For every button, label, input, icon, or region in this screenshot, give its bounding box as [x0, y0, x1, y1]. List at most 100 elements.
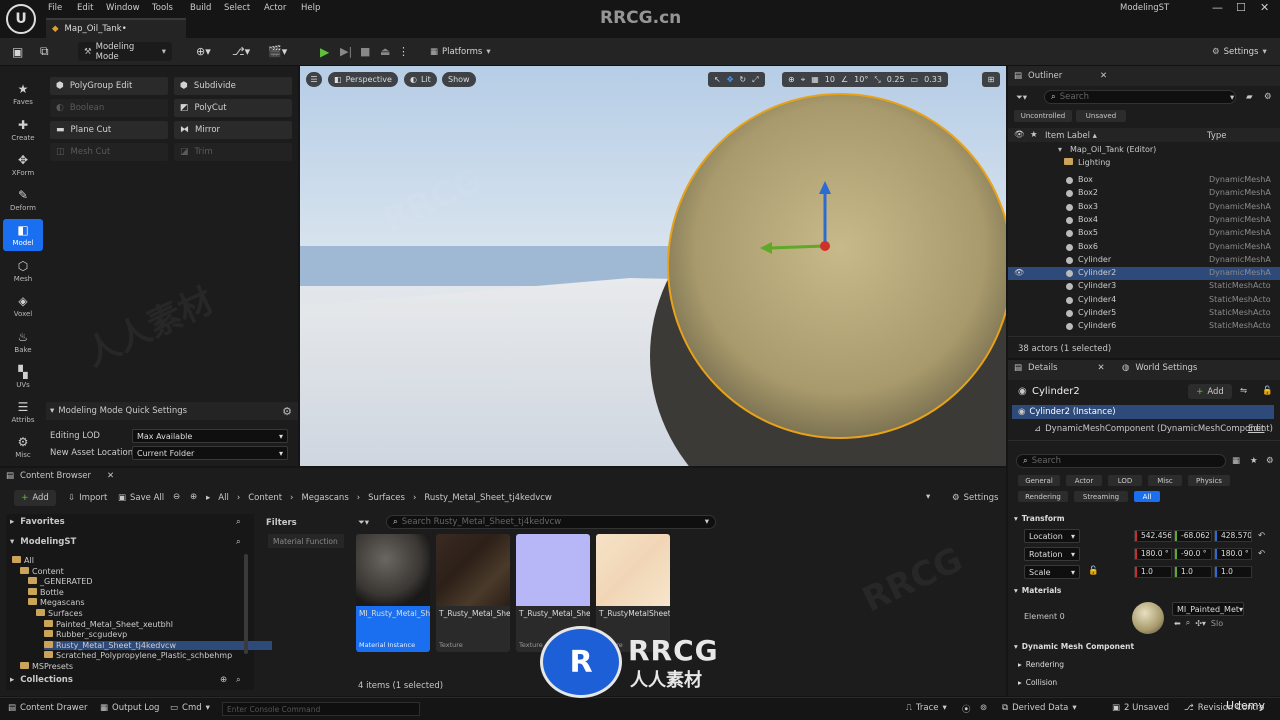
menu-help[interactable]: Help	[301, 3, 320, 13]
folder-tree-item[interactable]: Content	[20, 566, 64, 576]
collision-section[interactable]: ▸ Collision	[1008, 675, 1280, 689]
unsaved-button[interactable]: ▣ 2 Unsaved	[1112, 703, 1169, 713]
unsaved-filter[interactable]: Unsaved	[1076, 110, 1126, 122]
import-button[interactable]: ⇩ Import	[68, 493, 107, 503]
filter-all[interactable]: All	[1134, 491, 1160, 502]
gear-icon[interactable]: ⚙	[282, 405, 292, 418]
table-view-icon[interactable]: ▦	[1232, 456, 1240, 466]
rotation-dropdown[interactable]: Rotation ▾	[1024, 547, 1080, 561]
folder-tree-item[interactable]: MSPresets	[20, 662, 73, 671]
category-uvs[interactable]: ▚ UVs	[3, 361, 43, 393]
outliner-row[interactable]: Cylinder5 StaticMeshActo	[1008, 307, 1280, 320]
stop-icon[interactable]: ■	[360, 42, 370, 61]
play-icon[interactable]: ▶	[320, 42, 329, 61]
trim-button[interactable]: ◪ Trim	[174, 143, 292, 161]
maximize-viewport-icon[interactable]: ⊞	[982, 72, 1000, 87]
grid-snap-value[interactable]: 10	[825, 75, 835, 84]
breadcrumb-item[interactable]: All	[218, 493, 229, 503]
content-browser-tab[interactable]: ▤ Content Browser ✕	[6, 471, 114, 481]
mirror-button[interactable]: ⧓ Mirror	[174, 121, 292, 139]
tree-row-lighting[interactable]: Lighting	[1008, 157, 1280, 170]
record-icon[interactable]: ⦿	[962, 703, 971, 715]
maximize-icon[interactable]: ☐	[1236, 1, 1246, 14]
outliner-tab[interactable]: ▤ Outliner ✕	[1008, 66, 1280, 86]
level-tab[interactable]: ◆ Map_Oil_Tank•	[46, 18, 186, 38]
add-folder-icon[interactable]: ▰	[1246, 92, 1253, 102]
use-selected-icon[interactable]: ⬅	[1174, 619, 1181, 628]
material-dropdown[interactable]: MI_Painted_Met ▾	[1172, 602, 1244, 616]
close-tab-icon[interactable]: ✕	[107, 471, 114, 481]
perspective-button[interactable]: ◧ Perspective	[328, 72, 398, 87]
add-actor-icon[interactable]: ⊕▾	[196, 42, 211, 61]
eject-icon[interactable]: ⏏	[380, 42, 390, 61]
asset-search-input[interactable]: ⌕ Search Rusty_Metal_Sheet_tj4kedvcw ▾	[386, 515, 716, 529]
breadcrumb-item[interactable]: Content	[248, 493, 282, 503]
filter-icon[interactable]: ⏷▾	[358, 518, 369, 528]
item-label-column[interactable]: Item Label ▴	[1045, 131, 1097, 141]
search-icon[interactable]: ⌕	[236, 537, 241, 547]
visibility-icon[interactable]: 👁	[1014, 268, 1024, 277]
instance-row[interactable]: ◉ Cylinder2 (Instance)	[1012, 405, 1274, 419]
filter-streaming[interactable]: Streaming	[1074, 491, 1128, 502]
add-collection-icon[interactable]: ⊕	[220, 675, 227, 685]
type-column[interactable]: Type	[1207, 131, 1227, 141]
unreal-logo-icon[interactable]: U	[6, 4, 36, 34]
project-header[interactable]: ▾ ModelingST	[10, 537, 76, 547]
camera-speed-value[interactable]: 0.33	[924, 75, 942, 84]
outliner-row[interactable]: Box6 DynamicMeshA	[1008, 241, 1280, 254]
add-component-button[interactable]: + Add	[1188, 384, 1232, 399]
lock-icon[interactable]: 🔓	[1088, 566, 1099, 576]
filter-general[interactable]: General	[1018, 475, 1060, 486]
tree-row-map[interactable]: ▾ Map_Oil_Tank (Editor)	[1008, 144, 1280, 157]
forward-icon[interactable]: ⊕	[190, 492, 197, 502]
translate-icon[interactable]: ✥	[727, 75, 734, 84]
favorite-star-icon[interactable]: ★	[1250, 456, 1258, 466]
blueprint-icon[interactable]: ⎇▾	[232, 42, 250, 61]
rotation-y-field[interactable]: -90.0 °	[1174, 548, 1212, 560]
outliner-row[interactable]: Cylinder DynamicMeshA	[1008, 254, 1280, 267]
menu-actor[interactable]: Actor	[264, 3, 286, 13]
category-mesh[interactable]: ⬡ Mesh	[3, 255, 43, 287]
outliner-row[interactable]: Cylinder3 StaticMeshActo	[1008, 280, 1280, 293]
lit-button[interactable]: ◐ Lit	[404, 72, 437, 87]
location-y-field[interactable]: -68.0627	[1174, 530, 1212, 542]
scale-dropdown[interactable]: Scale ▾	[1024, 565, 1080, 579]
filter-icon[interactable]: ⏷▾	[1016, 93, 1027, 103]
derived-data-button[interactable]: ⧉ Derived Data ▾	[1002, 703, 1077, 713]
outliner-row[interactable]: Box DynamicMeshA	[1008, 174, 1280, 187]
location-dropdown[interactable]: Location ▾	[1024, 529, 1080, 543]
outliner-row[interactable]: Box3 DynamicMeshA	[1008, 201, 1280, 214]
world-settings-tab[interactable]: ◍ World Settings	[1122, 363, 1197, 373]
close-tab-icon[interactable]: ✕	[1098, 363, 1105, 373]
folder-tree-item[interactable]: Scratched_Polypropylene_Plastic_schbehmp	[44, 651, 232, 660]
filter-actor[interactable]: Actor	[1066, 475, 1102, 486]
search-icon[interactable]: ⌕	[236, 517, 241, 527]
world-icon[interactable]: ⊕	[788, 75, 795, 84]
polycut-button[interactable]: ◩ PolyCut	[174, 99, 292, 117]
folder-tree-item[interactable]: Bottle	[28, 587, 64, 597]
menu-edit[interactable]: Edit	[77, 3, 93, 13]
mode-selector[interactable]: ⚒ Modeling Mode ▾	[78, 42, 172, 62]
rotation-x-field[interactable]: 180.0 °	[1134, 548, 1172, 560]
category-faves[interactable]: ★ Faves	[3, 78, 43, 110]
back-icon[interactable]: ⊖	[173, 492, 180, 502]
outliner-search-input[interactable]: ⌕ Search	[1044, 90, 1236, 104]
more-options-icon[interactable]: ⋮	[398, 42, 409, 61]
lock-icon[interactable]: 🔓	[1262, 386, 1273, 396]
surface-snap-icon[interactable]: ⌖	[801, 75, 806, 85]
rotation-z-field[interactable]: 180.0 °	[1214, 548, 1252, 560]
content-drawer-button[interactable]: ▤ Content Drawer	[8, 703, 87, 713]
trace-button[interactable]: ⎍ Trace ▾	[906, 703, 947, 713]
filter-lod[interactable]: LOD	[1108, 475, 1142, 486]
outliner-row[interactable]: Box2 DynamicMeshA	[1008, 187, 1280, 200]
rotate-icon[interactable]: ↻	[739, 75, 746, 84]
menu-select[interactable]: Select	[224, 3, 250, 13]
category-deform[interactable]: ✎ Deform	[3, 184, 43, 216]
asset-tile[interactable]: MI_Rusty_Metal_Sheet_tj4kedvcw_2K Materi…	[356, 534, 430, 652]
folder-tree-item[interactable]: Megascans	[28, 598, 85, 607]
breadcrumb-item[interactable]: Rusty_Metal_Sheet_tj4kedvcw	[424, 493, 552, 503]
outliner-row[interactable]: 👁 Cylinder2 DynamicMeshA	[1008, 267, 1280, 281]
breadcrumb-item[interactable]: Megascans	[301, 493, 348, 503]
details-search-input[interactable]: ⌕ Search	[1016, 454, 1226, 468]
viewport-menu-icon[interactable]: ☰	[306, 72, 322, 87]
